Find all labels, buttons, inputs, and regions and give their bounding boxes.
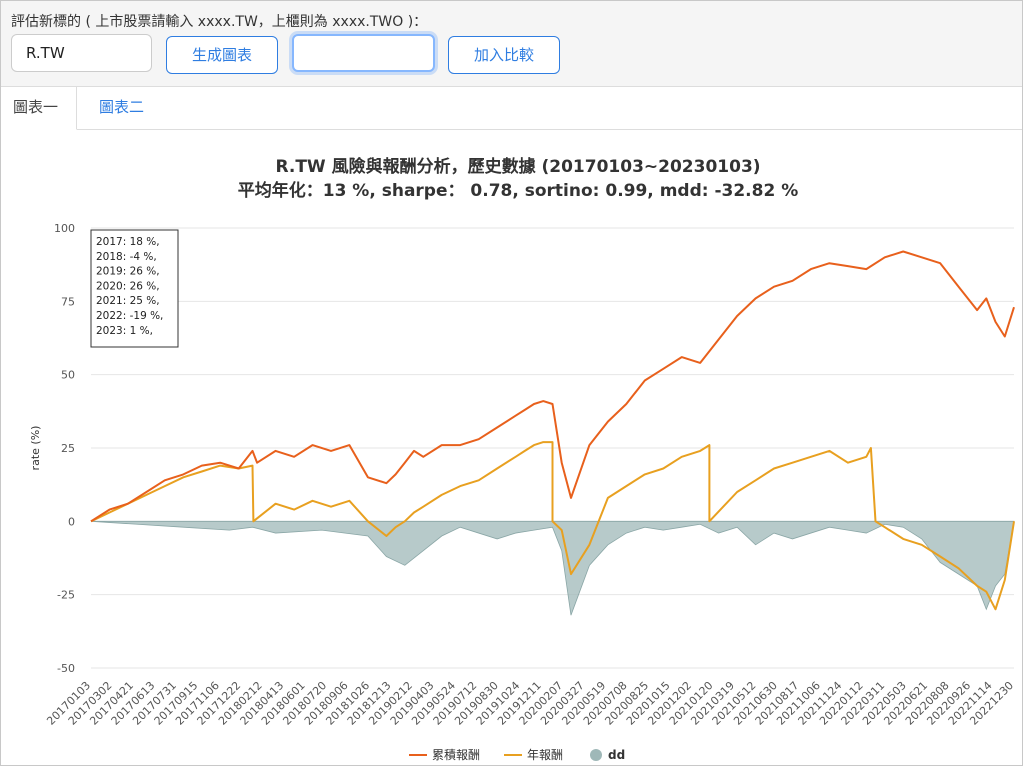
y-tick-label: 25 [61, 442, 75, 455]
annual-return-line: 2017: 18 %, [96, 236, 160, 248]
legend-label: 年報酬 [527, 748, 563, 762]
y-tick-label: 50 [61, 369, 75, 382]
legend-label: dd [608, 748, 625, 762]
generate-chart-button[interactable]: 生成圖表 [166, 36, 278, 74]
compare-symbol-input[interactable] [292, 34, 435, 72]
chart-series [90, 250, 1015, 616]
x-axis-ticks: 2017010320170302201704212017061320170731… [44, 679, 1016, 728]
chart-title: R.TW 風險與報酬分析，歷史數據 (20170103~20230103) [275, 156, 760, 177]
add-compare-button[interactable]: 加入比較 [448, 36, 560, 74]
y-tick-label: -25 [57, 589, 75, 602]
chart-legend: 累積報酬 年報酬 dd [409, 747, 625, 762]
tab-chart-1[interactable]: 圖表一 [1, 87, 77, 130]
annual-return-line: 2023: 1 %, [96, 325, 153, 337]
y-tick-label: -50 [57, 662, 75, 675]
series-dd-area [90, 520, 1015, 616]
annual-return-line: 2020: 26 %, [96, 280, 160, 292]
chart-tabs: 圖表一 圖表二 [1, 87, 1022, 130]
app-frame: 評估新標的 ( 上市股票請輸入 xxxx.TW，上櫃則為 xxxx.TWO )：… [0, 0, 1023, 766]
input-toolbar: 評估新標的 ( 上市股票請輸入 xxxx.TW，上櫃則為 xxxx.TWO )：… [1, 1, 1022, 87]
chart-subtitle: 平均年化：13 %, sharpe： 0.78, sortino: 0.99, … [238, 180, 799, 201]
annual-return-line: 2019: 26 %, [96, 266, 160, 278]
y-tick-label: 100 [54, 222, 75, 235]
input-prompt: 評估新標的 ( 上市股票請輸入 xxxx.TW，上櫃則為 xxxx.TWO )： [11, 14, 428, 30]
y-tick-label: 75 [61, 295, 75, 308]
y-axis-label: rate (%) [29, 426, 42, 471]
annual-return-line: 2022: -19 %, [96, 310, 163, 322]
legend-label: 累積報酬 [432, 747, 480, 762]
y-tick-label: 0 [68, 515, 75, 528]
annual-return-box: 2017: 18 %, 2018: -4 %, 2019: 26 %, 2020: 2… [90, 229, 179, 348]
annual-return-line: 2021: 25 %, [96, 295, 160, 307]
annual-return-line: 2018: -4 %, [96, 251, 157, 263]
symbol-input[interactable] [11, 34, 152, 72]
y-axis-ticks: 100 75 50 25 0 -25 -50 [54, 222, 75, 675]
tab-chart-2[interactable]: 圖表二 [87, 87, 156, 129]
legend-swatch [590, 749, 602, 761]
risk-return-chart: R.TW 風險與報酬分析，歷史數據 (20170103~20230103) 平均… [29, 156, 1016, 762]
